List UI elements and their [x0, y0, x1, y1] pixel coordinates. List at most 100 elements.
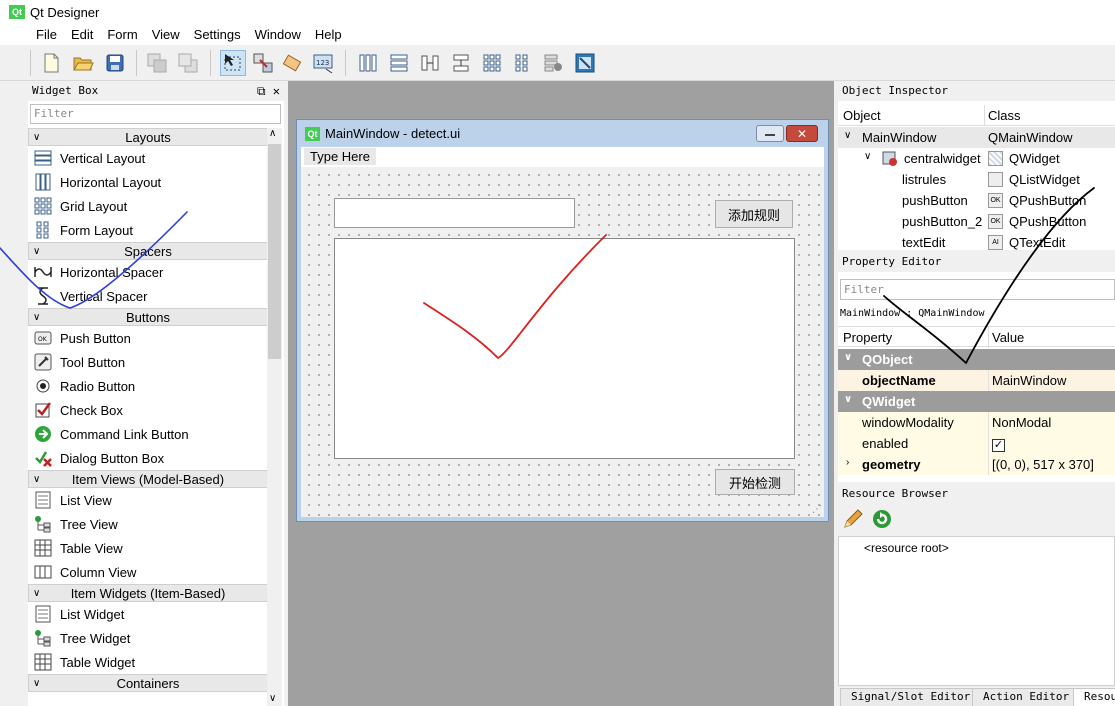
- menu-form[interactable]: Form: [100, 27, 144, 42]
- enabled-checkbox[interactable]: ✓: [992, 436, 1005, 452]
- form-window[interactable]: Qt MainWindow - detect.ui ✕ Type Here 添加…: [296, 119, 829, 522]
- widget-item-command-link-button[interactable]: Command Link Button: [28, 422, 268, 446]
- widget-item-grid-layout[interactable]: Grid Layout: [28, 194, 268, 218]
- category-buttons[interactable]: ∨ Buttons: [28, 308, 268, 326]
- chevron-down-icon[interactable]: ∨: [844, 352, 852, 363]
- menu-view[interactable]: View: [145, 27, 187, 42]
- property-row-enabled[interactable]: enabled ✓: [838, 433, 1115, 454]
- menu-help[interactable]: Help: [308, 27, 349, 42]
- open-folder-icon[interactable]: [70, 50, 96, 76]
- widget-item-form-layout[interactable]: Form Layout: [28, 218, 268, 242]
- list-widget-icon: [33, 605, 52, 624]
- close-icon: ✕: [796, 126, 808, 141]
- widget-box-scrollbar[interactable]: ∧ ∨: [267, 128, 282, 706]
- resize-grip-icon[interactable]: ⋰: [812, 504, 822, 515]
- chevron-right-icon[interactable]: ›: [846, 457, 849, 468]
- break-layout-icon[interactable]: [540, 50, 566, 76]
- layout-form-icon[interactable]: [509, 50, 535, 76]
- reload-icon[interactable]: [871, 508, 893, 533]
- close-icon[interactable]: ✕: [273, 84, 280, 98]
- rule-input[interactable]: [334, 198, 575, 228]
- scroll-down-icon[interactable]: ∨: [269, 693, 276, 704]
- category-item-views[interactable]: ∨ Item Views (Model-Based): [28, 470, 268, 488]
- chevron-down-icon: ∨: [33, 246, 41, 257]
- edit-buddies-icon[interactable]: [280, 50, 306, 76]
- widget-item-horizontal-layout[interactable]: Horizontal Layout: [28, 170, 268, 194]
- object-row-mainwindow[interactable]: ∨ MainWindow QMainWindow: [838, 127, 1115, 148]
- form-title-bar[interactable]: Qt MainWindow - detect.ui ✕: [297, 120, 828, 146]
- category-layouts[interactable]: ∨ Layouts: [28, 128, 268, 146]
- object-row-pushbutton[interactable]: pushButton OK QPushButton: [838, 190, 1115, 211]
- object-row-centralwidget[interactable]: ∨ centralwidget QWidget: [838, 148, 1115, 169]
- category-item-widgets[interactable]: ∨ Item Widgets (Item-Based): [28, 584, 268, 602]
- resource-tree[interactable]: <resource root>: [838, 536, 1115, 686]
- type-here-menu[interactable]: Type Here: [304, 148, 376, 165]
- edit-tab-order-icon[interactable]: 123: [310, 50, 336, 76]
- property-row-geometry[interactable]: › geometry [(0, 0), 517 x 370]: [838, 454, 1115, 475]
- chevron-down-icon: ∨: [33, 474, 41, 485]
- edit-widgets-icon[interactable]: [220, 50, 246, 76]
- layout-grid-icon[interactable]: [479, 50, 505, 76]
- scroll-up-icon[interactable]: ∧: [269, 128, 276, 139]
- category-containers[interactable]: ∨ Containers: [28, 674, 268, 692]
- menu-window[interactable]: Window: [248, 27, 308, 42]
- widget-item-tool-button[interactable]: Tool Button: [28, 350, 268, 374]
- scrollbar-thumb[interactable]: [268, 144, 281, 359]
- bottom-dock-tabs: Signal/Slot Editor Action Editor Resour: [838, 686, 1115, 706]
- new-file-icon[interactable]: [38, 50, 64, 76]
- widget-item-list-view[interactable]: List View: [28, 488, 268, 512]
- menu-settings[interactable]: Settings: [187, 27, 248, 42]
- edit-resources-icon[interactable]: [842, 508, 864, 533]
- add-rule-button[interactable]: 添加规则: [715, 200, 793, 228]
- menu-file[interactable]: File: [29, 27, 64, 42]
- widget-item-table-view[interactable]: Table View: [28, 536, 268, 560]
- property-group-qobject[interactable]: ∨ QObject: [838, 349, 1115, 370]
- widget-item-list-widget[interactable]: List Widget: [28, 602, 268, 626]
- start-detect-button[interactable]: 开始检测: [715, 469, 795, 495]
- layout-splitter-horizontal-icon[interactable]: [417, 50, 443, 76]
- widget-item-check-box[interactable]: Check Box: [28, 398, 268, 422]
- bring-to-front-icon[interactable]: [175, 50, 201, 76]
- chevron-down-icon[interactable]: ∨: [844, 130, 851, 141]
- widget-item-table-widget[interactable]: Table Widget: [28, 650, 268, 674]
- layout-splitter-vertical-icon[interactable]: [448, 50, 474, 76]
- widget-item-push-button[interactable]: OK Push Button: [28, 326, 268, 350]
- float-icon[interactable]: ⧉: [257, 84, 266, 98]
- save-icon[interactable]: [102, 50, 128, 76]
- chevron-down-icon[interactable]: ∨: [864, 151, 871, 162]
- tab-resource-browser[interactable]: Resour: [1073, 688, 1115, 706]
- form-canvas[interactable]: Type Here 添加规则 开始检测 ⋰: [301, 147, 824, 517]
- property-group-qwidget[interactable]: ∨ QWidget: [838, 391, 1115, 412]
- widget-item-horizontal-spacer[interactable]: Horizontal Spacer: [28, 260, 268, 284]
- close-button[interactable]: ✕: [786, 125, 818, 142]
- object-row-textedit[interactable]: textEdit AI QTextEdit: [838, 232, 1115, 250]
- layout-vertical-icon[interactable]: [386, 50, 412, 76]
- layout-horizontal-icon[interactable]: [355, 50, 381, 76]
- property-row-objectname[interactable]: objectName MainWindow: [838, 370, 1115, 391]
- tab-signal-slot-editor[interactable]: Signal/Slot Editor: [840, 688, 982, 706]
- widget-item-tree-widget[interactable]: Tree Widget: [28, 626, 268, 650]
- edit-signals-icon[interactable]: [250, 50, 276, 76]
- property-filter-input[interactable]: Filter: [840, 279, 1115, 300]
- object-row-pushbutton-2[interactable]: pushButton_2 OK QPushButton: [838, 211, 1115, 232]
- object-row-listrules[interactable]: listrules QListWidget: [838, 169, 1115, 190]
- widget-item-tree-view[interactable]: Tree View: [28, 512, 268, 536]
- category-spacers[interactable]: ∨ Spacers: [28, 242, 268, 260]
- property-row-windowmodality[interactable]: windowModality NonModal: [838, 412, 1115, 433]
- widget-item-radio-button[interactable]: Radio Button: [28, 374, 268, 398]
- svg-text:123: 123: [316, 59, 329, 67]
- rules-list[interactable]: [334, 238, 795, 459]
- widget-item-vertical-layout[interactable]: Vertical Layout: [28, 146, 268, 170]
- widget-item-column-view[interactable]: Column View: [28, 560, 268, 584]
- widget-filter-input[interactable]: Filter: [30, 104, 281, 124]
- minimize-button[interactable]: [756, 125, 784, 142]
- resource-root[interactable]: <resource root>: [864, 541, 949, 555]
- menu-edit[interactable]: Edit: [64, 27, 100, 42]
- tab-action-editor[interactable]: Action Editor: [972, 688, 1081, 706]
- chevron-down-icon[interactable]: ∨: [844, 394, 852, 405]
- widget-item-vertical-spacer[interactable]: Vertical Spacer: [28, 284, 268, 308]
- widget-item-dialog-button-box[interactable]: Dialog Button Box: [28, 446, 268, 470]
- check-box-icon: [33, 401, 52, 420]
- send-to-back-icon[interactable]: [144, 50, 170, 76]
- adjust-size-icon[interactable]: [572, 50, 598, 76]
